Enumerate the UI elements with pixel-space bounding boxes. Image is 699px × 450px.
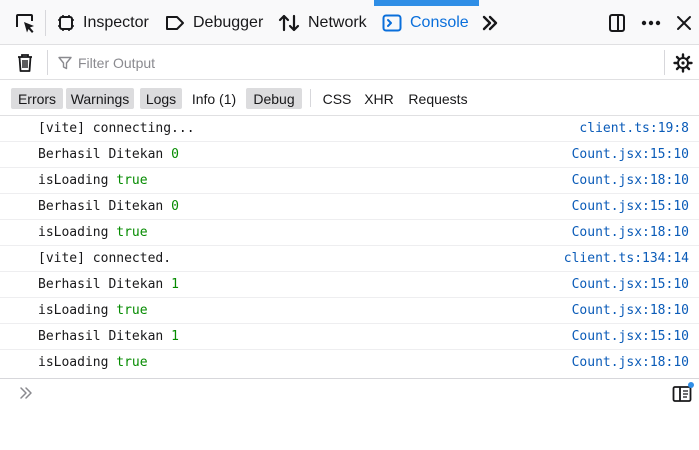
devtools-toolbar: Inspector Debugger Network Console <box>0 0 699 45</box>
message-text: Berhasil Ditekan 0 <box>38 147 179 162</box>
message-source-link[interactable]: Count.jsx:15:10 <box>572 199 689 214</box>
chevron-double-right-icon[interactable] <box>476 0 504 45</box>
message-text: isLoading true <box>38 355 148 370</box>
button-label: XHR <box>364 90 394 107</box>
dock-side-icon[interactable] <box>604 0 630 45</box>
console-message: isLoading true Count.jsx:18:10 <box>0 220 699 246</box>
message-source-link[interactable]: Count.jsx:15:10 <box>572 329 689 344</box>
console-message: Berhasil Ditekan 1 Count.jsx:15:10 <box>0 272 699 298</box>
filter-warnings-button[interactable]: Warnings <box>66 88 134 109</box>
tab-debugger[interactable]: Debugger <box>165 0 263 45</box>
tab-label: Console <box>410 13 469 31</box>
message-source-link[interactable]: client.ts:134:14 <box>564 251 689 266</box>
tab-console[interactable]: Console <box>374 0 479 45</box>
tab-label: Debugger <box>193 13 264 31</box>
button-label: Logs <box>145 90 177 107</box>
console-message: Berhasil Ditekan 1 Count.jsx:15:10 <box>0 324 699 350</box>
toolbar-divider <box>310 89 311 107</box>
debugger-icon <box>165 14 185 32</box>
console-input[interactable] <box>0 378 699 411</box>
message-text: [vite] connecting... <box>38 121 195 136</box>
filter-output-input[interactable]: Filter Output <box>58 51 618 75</box>
tab-inspector[interactable]: Inspector <box>57 0 149 45</box>
console-message: isLoading true Count.jsx:18:10 <box>0 168 699 194</box>
inspector-icon <box>57 14 75 32</box>
toolbar-divider <box>664 50 665 75</box>
message-text: [vite] connected. <box>38 251 172 266</box>
filter-placeholder: Filter Output <box>78 55 156 71</box>
button-label: Errors <box>17 90 57 107</box>
message-text: Berhasil Ditekan 1 <box>38 329 179 344</box>
button-label: Warnings <box>70 90 130 107</box>
button-label: Debug <box>253 90 295 107</box>
toolbar-divider <box>45 10 46 36</box>
gear-icon[interactable] <box>670 40 696 85</box>
trash-icon[interactable] <box>12 40 38 85</box>
close-icon[interactable] <box>672 0 696 45</box>
console-message: isLoading true Count.jsx:18:10 <box>0 350 699 376</box>
network-icon <box>278 13 300 33</box>
console-message: [vite] connected. client.ts:134:14 <box>0 246 699 272</box>
filter-css-button[interactable]: CSS <box>320 88 354 109</box>
tab-label: Inspector <box>83 13 149 31</box>
console-message: [vite] connecting... client.ts:19:8 <box>0 116 699 142</box>
more-options-icon[interactable] <box>638 0 664 45</box>
console-output: [vite] connecting... client.ts:19:8 Berh… <box>0 116 699 378</box>
message-text: isLoading true <box>38 225 148 240</box>
log-level-bar: Errors Warnings Logs Info (1) Debug CSS … <box>0 80 699 116</box>
filter-bar: Filter Output <box>0 45 699 80</box>
element-picker-icon[interactable] <box>10 0 40 45</box>
message-source-link[interactable]: Count.jsx:18:10 <box>572 173 689 188</box>
filter-errors-button[interactable]: Errors <box>11 88 63 109</box>
message-text: Berhasil Ditekan 1 <box>38 277 179 292</box>
filter-logs-button[interactable]: Logs <box>140 88 182 109</box>
message-source-link[interactable]: client.ts:19:8 <box>579 121 689 136</box>
filter-icon <box>58 56 72 70</box>
message-text: isLoading true <box>38 173 148 188</box>
editor-mode-icon[interactable] <box>671 382 694 405</box>
button-label: CSS <box>322 90 352 107</box>
toolbar-divider <box>47 50 48 75</box>
message-source-link[interactable]: Count.jsx:15:10 <box>572 147 689 162</box>
console-message: Berhasil Ditekan 0 Count.jsx:15:10 <box>0 194 699 220</box>
message-source-link[interactable]: Count.jsx:15:10 <box>572 277 689 292</box>
message-source-link[interactable]: Count.jsx:18:10 <box>572 303 689 318</box>
message-source-link[interactable]: Count.jsx:18:10 <box>572 225 689 240</box>
filter-debug-button[interactable]: Debug <box>246 88 302 109</box>
filter-requests-button[interactable]: Requests <box>404 88 472 109</box>
console-message: Berhasil Ditekan 0 Count.jsx:15:10 <box>0 142 699 168</box>
filter-info-button[interactable]: Info (1) <box>188 88 240 109</box>
filter-xhr-button[interactable]: XHR <box>362 88 396 109</box>
button-label: Requests <box>408 90 468 107</box>
console-message: isLoading true Count.jsx:18:10 <box>0 298 699 324</box>
message-text: isLoading true <box>38 303 148 318</box>
button-label: Info (1) <box>191 90 237 107</box>
message-text: Berhasil Ditekan 0 <box>38 199 179 214</box>
tab-label: Network <box>308 13 367 31</box>
notification-dot <box>688 382 694 388</box>
tab-network[interactable]: Network <box>278 0 367 45</box>
console-icon <box>382 14 402 32</box>
message-source-link[interactable]: Count.jsx:18:10 <box>572 355 689 370</box>
chevron-double-right-icon <box>18 385 34 406</box>
